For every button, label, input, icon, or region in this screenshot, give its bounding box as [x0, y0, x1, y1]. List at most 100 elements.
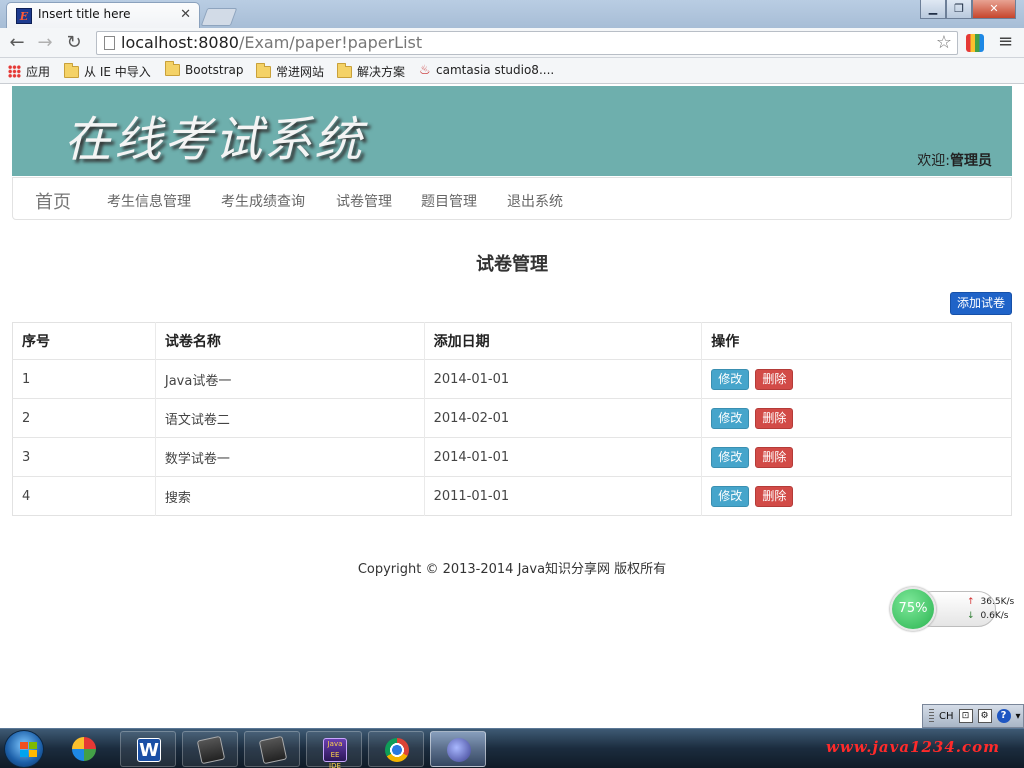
edit-button[interactable]: 修改	[711, 485, 750, 507]
bookmark-label: 应用	[26, 65, 51, 79]
extension-icon[interactable]	[966, 34, 984, 52]
edit-button[interactable]: 修改	[711, 446, 750, 468]
bookmark-sites[interactable]: 常进网站	[256, 62, 325, 80]
bookmark-camtasia[interactable]: ♨ camtasia studio8....	[419, 63, 554, 77]
column-header-date: 添加日期	[423, 322, 702, 360]
table-row: 3 数学试卷一 2014-01-01 修改 删除	[12, 437, 1012, 477]
folder-icon	[256, 62, 271, 78]
forward-arrow-icon[interactable]: →	[34, 32, 56, 54]
minimize-button[interactable]: ▁	[920, 0, 946, 19]
taskbar-app-javaee[interactable]: Java EE IDE	[306, 731, 362, 768]
pinwheel-app-icon	[72, 737, 96, 761]
cell-name: 搜索	[154, 476, 425, 516]
delete-button[interactable]: 删除	[755, 407, 794, 429]
taskbar-app-photoshop[interactable]	[56, 731, 112, 767]
grip-icon[interactable]	[929, 709, 934, 723]
column-header-actions: 操作	[701, 322, 1012, 360]
download-speed-value: 0.6K/s	[980, 611, 1009, 621]
bookmark-solutions[interactable]: 解决方案	[337, 62, 405, 80]
cell-date: 2014-01-01	[423, 437, 702, 477]
welcome-text: 欢迎:管理员	[917, 150, 992, 170]
address-bar[interactable]: localhost:8080/Exam/paper!paperList ☆	[96, 31, 958, 55]
taskbar-app-word[interactable]: W	[120, 731, 176, 767]
folder-icon	[165, 61, 180, 76]
table-row: 2 语文试卷二 2014-02-01 修改 删除	[12, 398, 1012, 438]
taskbar-app-box2[interactable]	[244, 731, 300, 767]
browser-toolbar: ← → ↻ localhost:8080/Exam/paper!paperLis…	[0, 28, 1024, 58]
add-paper-button[interactable]: 添加试卷	[950, 292, 1012, 315]
tab-title: Insert title here	[38, 7, 131, 21]
options-arrow-icon[interactable]: ▾	[1016, 711, 1021, 722]
browser-tab[interactable]: E Insert title here ✕	[6, 2, 200, 28]
delete-button[interactable]: 删除	[755, 368, 794, 390]
close-window-button[interactable]: ✕	[972, 0, 1016, 19]
upload-arrow-icon: ↑	[967, 597, 975, 607]
start-button[interactable]	[4, 730, 44, 768]
main-navbar: 首页 考生信息管理 考生成绩查询 试卷管理 题目管理 退出系统	[12, 177, 1012, 220]
page-icon	[104, 36, 115, 50]
taskbar-app-chrome[interactable]	[368, 731, 424, 767]
windows-logo-icon	[20, 742, 38, 758]
cell-name: 语文试卷二	[154, 398, 425, 438]
url-path: /Exam/paper!paperList	[238, 33, 423, 52]
network-speed-widget[interactable]: ↑ 36.5K/s ↓ 0.6K/s 75%	[890, 587, 1014, 631]
reload-icon[interactable]: ↻	[63, 32, 85, 54]
cell-id: 3	[12, 437, 156, 477]
site-header: 在线考试系统 欢迎:管理员	[12, 86, 1012, 176]
column-header-id: 序号	[22, 334, 50, 350]
paper-table: 序号 试卷名称 添加日期 操作 1 Java试卷一 2014-01-01 修改删…	[12, 322, 1012, 516]
taskbar-app-eclipse[interactable]	[430, 731, 486, 767]
welcome-user: 管理员	[950, 153, 992, 169]
nav-score-query[interactable]: 考生成绩查询	[221, 191, 305, 211]
cell-actions: 修改 删除	[701, 359, 1012, 399]
nav-paper-management[interactable]: 试卷管理	[336, 191, 392, 211]
bookmarks-bar: 应用 从 IE 中导入 Bootstrap 常进网站 解决方案 ♨ camtasi…	[0, 58, 1024, 84]
upload-speed-value: 36.5K/s	[980, 597, 1015, 607]
url-host: localhost:8080	[121, 33, 239, 52]
bookmark-ie-import[interactable]: 从 IE 中导入	[64, 62, 151, 80]
download-speed: ↓ 0.6K/s	[967, 611, 1008, 621]
close-tab-icon[interactable]: ✕	[180, 7, 191, 22]
nav-logout[interactable]: 退出系统	[507, 191, 563, 211]
camtasia-icon: ♨	[419, 62, 431, 78]
back-arrow-icon[interactable]: ←	[6, 32, 28, 54]
chrome-icon	[385, 738, 409, 762]
nav-student-info[interactable]: 考生信息管理	[107, 191, 191, 211]
site-logo: 在线考试系统	[64, 112, 365, 168]
java-ee-ide-icon: Java EE IDE	[323, 738, 347, 768]
chrome-menu-icon[interactable]: ≡	[998, 31, 1013, 52]
edit-button[interactable]: 修改	[711, 368, 750, 390]
bookmark-label: 从 IE 中导入	[84, 65, 151, 79]
settings-icon[interactable]: ⚙	[977, 709, 992, 723]
bookmark-bootstrap[interactable]: Bootstrap	[165, 61, 244, 77]
eclipse-icon	[447, 738, 471, 762]
word-icon: W	[137, 738, 161, 762]
url-text[interactable]: localhost:8080/Exam/paper!paperList	[121, 33, 422, 52]
new-tab-button[interactable]	[200, 8, 238, 26]
delete-button[interactable]: 删除	[755, 446, 794, 468]
nav-home[interactable]: 首页	[35, 188, 71, 214]
bookmark-apps[interactable]: 应用	[8, 63, 50, 80]
help-icon[interactable]: ?	[996, 709, 1011, 723]
cell-actions: 修改 删除	[701, 476, 1012, 516]
welcome-prefix: 欢迎:	[917, 153, 950, 169]
table-header-row: 序号 试卷名称 添加日期 操作	[13, 322, 1012, 360]
delete-button[interactable]: 删除	[755, 485, 794, 507]
bookmark-label: Bootstrap	[185, 63, 244, 77]
footer-copyright: Copyright © 2013-2014 Java知识分享网 版权所有	[357, 562, 667, 577]
cell-date: 2014-02-01	[423, 398, 702, 438]
bookmark-star-icon[interactable]: ☆	[936, 32, 952, 53]
taskbar-app-box1[interactable]	[182, 731, 238, 767]
download-arrow-icon: ↓	[967, 611, 975, 621]
table-row: 4 搜索 2011-01-01 修改 删除	[12, 476, 1012, 516]
apps-icon	[8, 65, 21, 78]
edit-button[interactable]: 修改	[711, 407, 750, 429]
nav-question-management[interactable]: 题目管理	[421, 191, 477, 211]
maximize-button[interactable]: ❐	[946, 0, 972, 19]
cell-actions: 修改 删除	[701, 437, 1012, 477]
language-indicator[interactable]: CH	[939, 711, 954, 722]
folder-icon	[337, 62, 352, 78]
bookmark-label: 常进网站	[276, 65, 325, 79]
language-bar: CH ⊡ ⚙ ? ▾	[922, 704, 1024, 728]
ime-icon[interactable]: ⊡	[958, 709, 973, 723]
